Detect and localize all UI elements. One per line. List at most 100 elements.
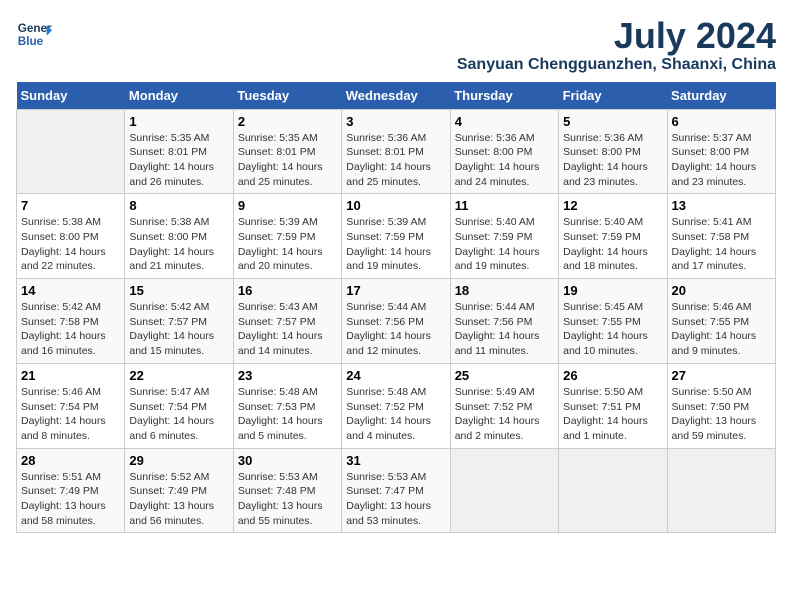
logo-icon: General Blue [16, 16, 52, 52]
subtitle: Sanyuan Chengguanzhen, Shaanxi, China [457, 56, 776, 74]
day-number: 14 [21, 283, 120, 298]
cell-info: Sunrise: 5:48 AMSunset: 7:53 PMDaylight:… [238, 385, 337, 444]
calendar-cell: 24 Sunrise: 5:48 AMSunset: 7:52 PMDayligh… [342, 363, 450, 448]
calendar-cell: 8 Sunrise: 5:38 AMSunset: 8:00 PMDaylight… [125, 194, 233, 279]
calendar-cell: 15 Sunrise: 5:42 AMSunset: 7:57 PMDayligh… [125, 279, 233, 364]
day-number: 24 [346, 368, 445, 383]
calendar-week-row: 28Sunrise: 5:51 AMSunset: 7:49 PMDayligh… [17, 448, 776, 533]
calendar-cell: 20 Sunrise: 5:46 AMSunset: 7:55 PMDayligh… [667, 279, 775, 364]
svg-text:Blue: Blue [18, 35, 44, 48]
calendar-cell: 14Sunrise: 5:42 AMSunset: 7:58 PMDayligh… [17, 279, 125, 364]
day-number: 1 [129, 114, 228, 129]
calendar-cell: 2 Sunrise: 5:35 AMSunset: 8:01 PMDaylight… [233, 109, 341, 194]
day-number: 29 [129, 453, 228, 468]
day-number: 20 [672, 283, 771, 298]
calendar-week-row: 21Sunrise: 5:46 AMSunset: 7:54 PMDayligh… [17, 363, 776, 448]
calendar-week-row: 1 Sunrise: 5:35 AMSunset: 8:01 PMDaylight… [17, 109, 776, 194]
cell-info: Sunrise: 5:42 AMSunset: 7:57 PMDaylight:… [129, 300, 228, 359]
cell-info: Sunrise: 5:35 AMSunset: 8:01 PMDaylight:… [238, 131, 337, 190]
calendar-cell [559, 448, 667, 533]
day-number: 8 [129, 198, 228, 213]
day-number: 12 [563, 198, 662, 213]
col-wednesday: Wednesday [342, 82, 450, 110]
cell-info: Sunrise: 5:39 AMSunset: 7:59 PMDaylight:… [346, 215, 445, 274]
cell-info: Sunrise: 5:44 AMSunset: 7:56 PMDaylight:… [346, 300, 445, 359]
calendar-cell: 11Sunrise: 5:40 AMSunset: 7:59 PMDayligh… [450, 194, 558, 279]
day-number: 18 [455, 283, 554, 298]
col-tuesday: Tuesday [233, 82, 341, 110]
calendar-cell [667, 448, 775, 533]
cell-info: Sunrise: 5:36 AMSunset: 8:00 PMDaylight:… [563, 131, 662, 190]
calendar-cell: 5 Sunrise: 5:36 AMSunset: 8:00 PMDaylight… [559, 109, 667, 194]
day-number: 5 [563, 114, 662, 129]
cell-info: Sunrise: 5:38 AMSunset: 8:00 PMDaylight:… [21, 215, 120, 274]
day-number: 23 [238, 368, 337, 383]
cell-info: Sunrise: 5:53 AMSunset: 7:48 PMDaylight:… [238, 470, 337, 529]
day-number: 15 [129, 283, 228, 298]
calendar-cell: 21Sunrise: 5:46 AMSunset: 7:54 PMDayligh… [17, 363, 125, 448]
calendar-cell: 19Sunrise: 5:45 AMSunset: 7:55 PMDayligh… [559, 279, 667, 364]
cell-info: Sunrise: 5:46 AMSunset: 7:55 PMDaylight:… [672, 300, 771, 359]
calendar-body: 1 Sunrise: 5:35 AMSunset: 8:01 PMDaylight… [17, 109, 776, 533]
main-title: July 2024 [457, 16, 776, 56]
calendar-cell: 18 Sunrise: 5:44 AMSunset: 7:56 PMDayligh… [450, 279, 558, 364]
col-sunday: Sunday [17, 82, 125, 110]
calendar-cell: 17 Sunrise: 5:44 AMSunset: 7:56 PMDayligh… [342, 279, 450, 364]
day-number: 3 [346, 114, 445, 129]
calendar-cell: 28Sunrise: 5:51 AMSunset: 7:49 PMDayligh… [17, 448, 125, 533]
calendar-cell: 12 Sunrise: 5:40 AMSunset: 7:59 PMDayligh… [559, 194, 667, 279]
day-number: 28 [21, 453, 120, 468]
day-number: 10 [346, 198, 445, 213]
day-number: 7 [21, 198, 120, 213]
cell-info: Sunrise: 5:44 AMSunset: 7:56 PMDaylight:… [455, 300, 554, 359]
cell-info: Sunrise: 5:49 AMSunset: 7:52 PMDaylight:… [455, 385, 554, 444]
calendar-cell: 29 Sunrise: 5:52 AMSunset: 7:49 PMDayligh… [125, 448, 233, 533]
cell-info: Sunrise: 5:48 AMSunset: 7:52 PMDaylight:… [346, 385, 445, 444]
calendar-cell: 26Sunrise: 5:50 AMSunset: 7:51 PMDayligh… [559, 363, 667, 448]
calendar-cell: 16 Sunrise: 5:43 AMSunset: 7:57 PMDayligh… [233, 279, 341, 364]
calendar-cell: 22Sunrise: 5:47 AMSunset: 7:54 PMDayligh… [125, 363, 233, 448]
day-number: 9 [238, 198, 337, 213]
cell-info: Sunrise: 5:50 AMSunset: 7:51 PMDaylight:… [563, 385, 662, 444]
col-thursday: Thursday [450, 82, 558, 110]
calendar-cell [17, 109, 125, 194]
cell-info: Sunrise: 5:52 AMSunset: 7:49 PMDaylight:… [129, 470, 228, 529]
cell-info: Sunrise: 5:36 AMSunset: 8:01 PMDaylight:… [346, 131, 445, 190]
calendar-cell: 7 Sunrise: 5:38 AMSunset: 8:00 PMDaylight… [17, 194, 125, 279]
cell-info: Sunrise: 5:53 AMSunset: 7:47 PMDaylight:… [346, 470, 445, 529]
day-number: 16 [238, 283, 337, 298]
page-header: General Blue July 2024 Sanyuan Chengguan… [16, 16, 776, 74]
calendar-cell: 4 Sunrise: 5:36 AMSunset: 8:00 PMDaylight… [450, 109, 558, 194]
calendar-cell [450, 448, 558, 533]
day-number: 17 [346, 283, 445, 298]
day-number: 2 [238, 114, 337, 129]
cell-info: Sunrise: 5:40 AMSunset: 7:59 PMDaylight:… [563, 215, 662, 274]
day-number: 11 [455, 198, 554, 213]
cell-info: Sunrise: 5:50 AMSunset: 7:50 PMDaylight:… [672, 385, 771, 444]
day-number: 19 [563, 283, 662, 298]
calendar-table: Sunday Monday Tuesday Wednesday Thursday… [16, 82, 776, 534]
title-area: July 2024 Sanyuan Chengguanzhen, Shaanxi… [457, 16, 776, 74]
calendar-cell: 31Sunrise: 5:53 AMSunset: 7:47 PMDayligh… [342, 448, 450, 533]
day-number: 25 [455, 368, 554, 383]
calendar-cell: 30 Sunrise: 5:53 AMSunset: 7:48 PMDayligh… [233, 448, 341, 533]
calendar-cell: 10 Sunrise: 5:39 AMSunset: 7:59 PMDayligh… [342, 194, 450, 279]
calendar-header-row: Sunday Monday Tuesday Wednesday Thursday… [17, 82, 776, 110]
calendar-cell: 1 Sunrise: 5:35 AMSunset: 8:01 PMDaylight… [125, 109, 233, 194]
cell-info: Sunrise: 5:38 AMSunset: 8:00 PMDaylight:… [129, 215, 228, 274]
logo: General Blue [16, 16, 52, 52]
day-number: 30 [238, 453, 337, 468]
cell-info: Sunrise: 5:43 AMSunset: 7:57 PMDaylight:… [238, 300, 337, 359]
day-number: 21 [21, 368, 120, 383]
cell-info: Sunrise: 5:39 AMSunset: 7:59 PMDaylight:… [238, 215, 337, 274]
calendar-week-row: 14Sunrise: 5:42 AMSunset: 7:58 PMDayligh… [17, 279, 776, 364]
cell-info: Sunrise: 5:36 AMSunset: 8:00 PMDaylight:… [455, 131, 554, 190]
day-number: 4 [455, 114, 554, 129]
calendar-cell: 3 Sunrise: 5:36 AMSunset: 8:01 PMDaylight… [342, 109, 450, 194]
calendar-cell: 6Sunrise: 5:37 AMSunset: 8:00 PMDaylight… [667, 109, 775, 194]
col-saturday: Saturday [667, 82, 775, 110]
day-number: 27 [672, 368, 771, 383]
calendar-week-row: 7 Sunrise: 5:38 AMSunset: 8:00 PMDaylight… [17, 194, 776, 279]
cell-info: Sunrise: 5:35 AMSunset: 8:01 PMDaylight:… [129, 131, 228, 190]
calendar-cell: 9 Sunrise: 5:39 AMSunset: 7:59 PMDaylight… [233, 194, 341, 279]
